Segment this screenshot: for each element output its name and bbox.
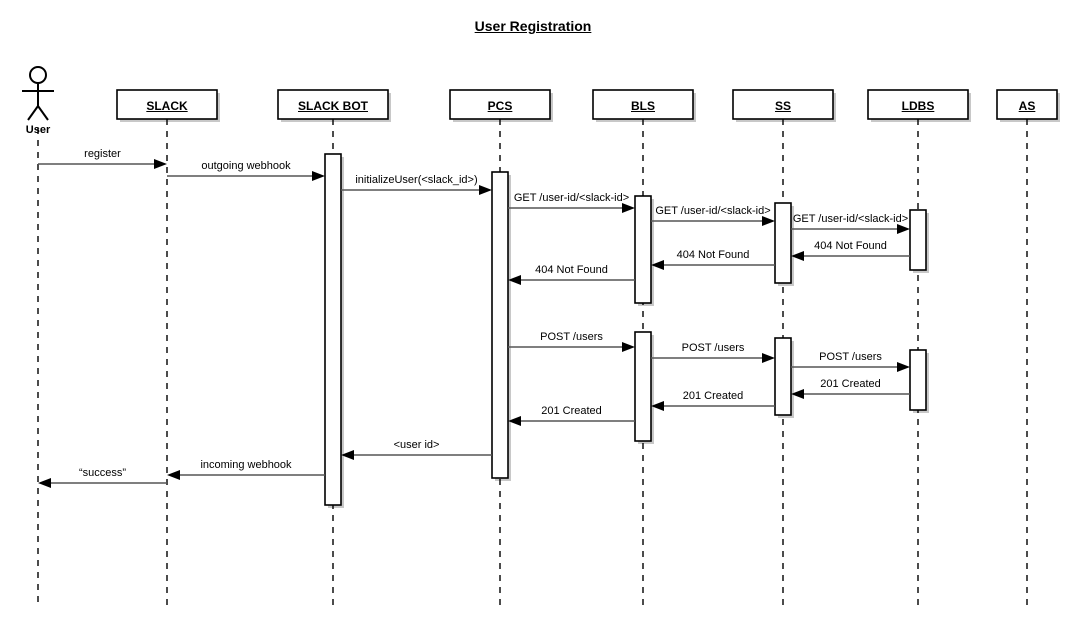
activation-bar-ss-5 <box>774 337 792 416</box>
message-10-arrowhead <box>762 353 775 363</box>
message-4-label: GET /user-id/<slack-id> <box>655 205 771 217</box>
activation-bar-pcs-1 <box>491 171 509 479</box>
message-13-label: 201 Created <box>682 390 744 402</box>
activation-bar-ldbs-6 <box>909 209 927 271</box>
message-17-arrowhead <box>38 478 51 488</box>
participant-label-ss: SS <box>774 98 792 113</box>
participant-label-pcs: PCS <box>487 98 513 113</box>
message-9-arrowhead <box>622 342 635 352</box>
participant-label-slack: SLACK <box>146 98 188 113</box>
participant-label-as: AS <box>1018 98 1036 113</box>
actor-head-icon <box>29 66 47 84</box>
message-9-label: POST /users <box>540 331 603 343</box>
shadow-layer <box>120 93 1060 508</box>
participant-label-ldbs: LDBS <box>901 98 935 113</box>
participant-label-slack-bot: SLACK BOT <box>298 98 368 113</box>
message-8-label: 404 Not Found <box>535 264 608 276</box>
diagram-canvas <box>22 66 1060 605</box>
message-11-label: POST /users <box>819 351 882 363</box>
sequence-diagram: User Registration SLACK SLACK BOT PCS BLS SS… <box>0 0 1069 619</box>
actor-layer <box>22 66 54 121</box>
participant-label-bls: BLS <box>631 98 655 113</box>
actor-label: User <box>25 124 51 136</box>
message-2-label: initializeUser(<slack_id>) <box>355 174 478 186</box>
activation-bar-ldbs-7 <box>909 349 927 411</box>
message-15-label: <user id> <box>393 439 440 451</box>
message-16-label: incoming webhook <box>200 459 292 471</box>
message-7-label: 404 Not Found <box>676 249 750 261</box>
actor-right-leg-icon <box>37 105 49 121</box>
message-1-arrowhead <box>312 171 325 181</box>
message-5-arrowhead <box>897 224 910 234</box>
activation-bar-bls-3 <box>634 331 652 442</box>
message-1-label: outgoing webhook <box>201 160 291 172</box>
message-2-arrowhead <box>479 185 492 195</box>
diagram-title: User Registration <box>474 18 592 34</box>
message-4-arrowhead <box>762 216 775 226</box>
message-0-arrowhead <box>154 159 167 169</box>
message-10-label: POST /users <box>681 342 745 354</box>
message-0-label: register <box>84 148 121 160</box>
activation-bar-bls-2 <box>634 195 652 304</box>
message-14-label: 201 Created <box>541 405 602 417</box>
message-3-arrowhead <box>622 203 635 213</box>
activation-bar-slack-bot-0 <box>324 153 342 506</box>
message-3-label: GET /user-id/<slack-id> <box>513 192 630 204</box>
message-17-label: “success” <box>78 467 127 479</box>
message-5-label: GET /user-id/<slack-id> <box>792 213 909 225</box>
actor-left-leg-icon <box>27 105 39 121</box>
message-12-label: 201 Created <box>820 378 881 390</box>
message-11-arrowhead <box>897 362 910 372</box>
message-6-label: 404 Not Found <box>814 240 887 252</box>
message-16-arrowhead <box>167 470 180 480</box>
activation-bar-ss-4 <box>774 202 792 284</box>
